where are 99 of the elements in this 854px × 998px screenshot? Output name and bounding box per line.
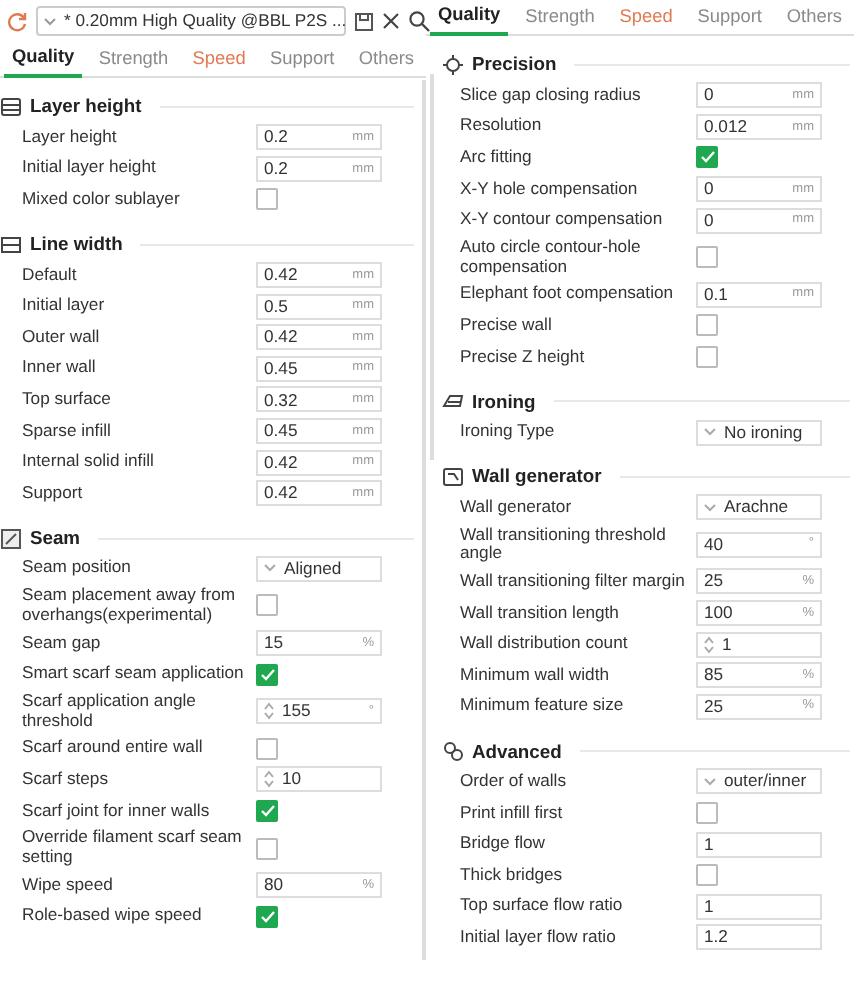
setting-label: Layer height	[22, 125, 119, 150]
checkbox[interactable]	[256, 663, 278, 686]
spin-field[interactable]: 1	[696, 631, 822, 658]
section-title: Ironing	[472, 387, 536, 416]
setting-label: Default	[22, 263, 79, 287]
setting-label: Print infill first	[460, 801, 565, 825]
input-field[interactable]: 1	[696, 831, 822, 858]
setting-label: X-Y hole compensation	[460, 177, 640, 201]
checkbox[interactable]	[696, 314, 718, 337]
save-icon[interactable]	[354, 11, 374, 31]
setting-label: Scarf around entire wall	[22, 736, 205, 761]
setting-label: Wall transition length	[460, 601, 621, 625]
setting-label: Scarf joint for inner walls	[22, 799, 212, 823]
tab[interactable]: Support	[689, 0, 770, 36]
checkbox[interactable]	[256, 188, 278, 211]
chevron-icon	[264, 564, 276, 573]
checkbox[interactable]	[256, 837, 278, 860]
spinner-icon	[264, 702, 274, 721]
chevron-icon	[704, 503, 716, 512]
precision-icon	[442, 54, 464, 76]
setting-label: Auto circle contour-hole compensation	[460, 235, 643, 280]
preset-dropdown[interactable]: * 0.20mm High Quality @BBL P2S ...	[36, 6, 346, 36]
checkbox[interactable]	[696, 246, 718, 269]
setting-label: Seam gap	[22, 631, 103, 655]
section-title: Precision	[472, 50, 557, 79]
setting-label: Precise Z height	[460, 345, 587, 369]
select-field[interactable]: outer/inner	[696, 768, 822, 795]
section-title: Advanced	[472, 737, 562, 766]
setting-label: Wall transitioning threshold angle	[460, 523, 668, 567]
setting-label: Outer wall	[22, 325, 102, 350]
scrollbar[interactable]	[422, 80, 426, 960]
checkbox[interactable]	[696, 864, 718, 887]
setting-label: Elephant foot compensation	[460, 282, 676, 307]
setting-label: Order of walls	[460, 769, 569, 794]
setting-label: Wipe speed	[22, 873, 115, 898]
wall-icon	[442, 465, 464, 488]
checkbox[interactable]	[696, 801, 718, 824]
seam-icon	[0, 527, 22, 550]
setting-label: Initial layer	[22, 294, 107, 319]
checkbox[interactable]	[256, 799, 278, 822]
setting-label: Initial layer height	[22, 156, 158, 181]
setting-label: X-Y contour compensation	[460, 208, 665, 233]
section-title: Wall generator	[472, 462, 602, 491]
setting-label: Support	[22, 481, 85, 506]
setting-label: Wall generator	[460, 495, 574, 520]
select-field[interactable]: Aligned	[256, 555, 382, 582]
checkbox[interactable]	[256, 594, 278, 617]
checkbox[interactable]	[256, 905, 278, 928]
scrollbar[interactable]	[430, 74, 434, 460]
tab[interactable]: Quality	[4, 42, 83, 78]
setting-label: Initial layer flow ratio	[460, 925, 618, 950]
setting-label: Precise wall	[460, 314, 554, 338]
setting-label: Slice gap closing radius	[460, 83, 643, 108]
advanced-icon	[442, 740, 464, 763]
setting-label: Seam placement away from overhangs(experimental)	[22, 584, 238, 628]
setting-label: Bridge flow	[460, 832, 548, 856]
tab[interactable]: Quality	[430, 0, 509, 36]
setting-label: Wall distribution count	[460, 632, 630, 656]
setting-label: Scarf steps	[22, 767, 110, 792]
setting-label: Inner wall	[22, 356, 98, 381]
checkbox[interactable]	[696, 346, 718, 369]
setting-label: Sparse infill	[22, 419, 113, 443]
setting-label: Wall transitioning filter margin	[460, 570, 687, 594]
checkbox[interactable]	[696, 146, 718, 169]
select-field[interactable]: Arachne	[696, 494, 822, 521]
setting-label: Mixed color sublayer	[22, 188, 182, 212]
input-field[interactable]: 1	[696, 893, 822, 920]
setting-label: Seam position	[22, 556, 133, 581]
chevron-icon	[704, 777, 716, 786]
spin-field[interactable]: 10	[256, 766, 382, 793]
refresh-icon[interactable]	[6, 10, 28, 32]
setting-label: Internal solid infill	[22, 450, 156, 475]
checkbox[interactable]	[256, 737, 278, 760]
setting-label: Scarf application angle threshold	[22, 689, 198, 733]
setting-label: Override filament scarf seam setting	[22, 826, 244, 870]
setting-label: Top surface flow ratio	[460, 894, 625, 919]
setting-label: Minimum wall width	[460, 663, 611, 688]
search-icon[interactable]	[408, 10, 430, 32]
chevron-icon	[44, 17, 56, 25]
setting-label: Thick bridges	[460, 863, 565, 888]
section-title: Layer height	[30, 92, 142, 121]
close-icon[interactable]	[382, 12, 400, 30]
setting-label: Resolution	[460, 114, 544, 139]
setting-label: Arc fitting	[460, 146, 534, 170]
section-title: Line width	[30, 230, 123, 259]
spinner-icon	[704, 635, 714, 654]
setting-label: Smart scarf seam application	[22, 662, 246, 686]
ironing-icon	[442, 390, 464, 413]
setting-label: Role-based wipe speed	[22, 904, 204, 929]
spinner-icon	[264, 770, 274, 789]
setting-label: Minimum feature size	[460, 694, 626, 719]
setting-label: Top surface	[22, 388, 113, 412]
setting-label: Ironing Type	[460, 420, 557, 445]
layers-icon	[0, 96, 22, 118]
line-width-icon	[0, 233, 22, 256]
chevron-icon	[704, 428, 716, 437]
section-title: Seam	[30, 523, 81, 552]
select-field[interactable]: No ironing	[696, 419, 822, 446]
input-field[interactable]: 1.2	[696, 924, 822, 951]
